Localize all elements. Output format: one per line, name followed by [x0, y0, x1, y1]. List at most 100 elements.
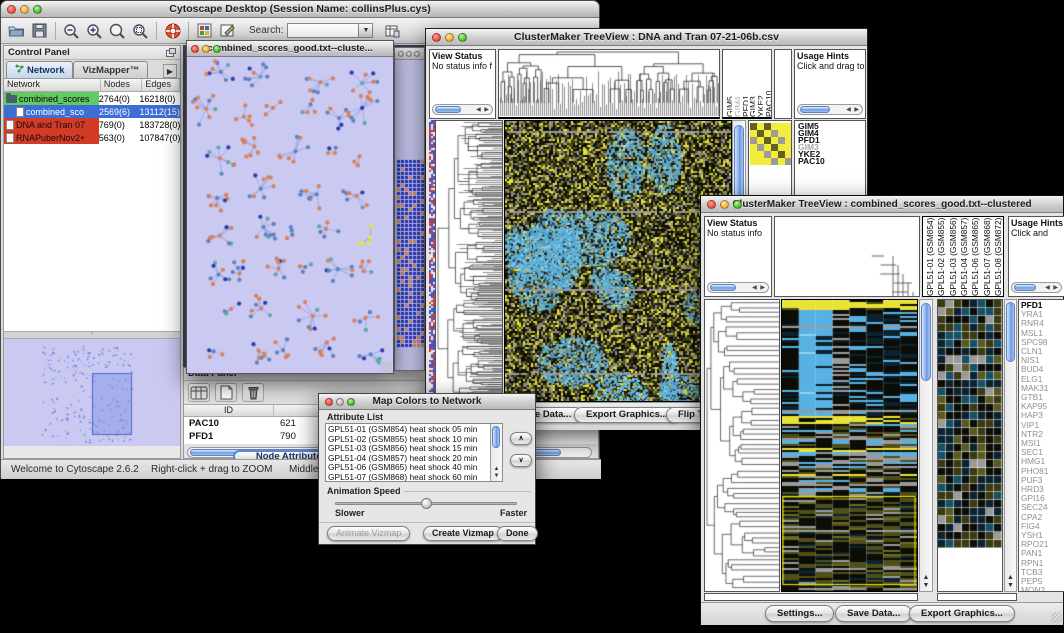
scroll-arrows[interactable]: ◀ ▶ [752, 284, 768, 291]
zoom-matrix-cell[interactable] [757, 151, 764, 158]
save-session-icon[interactable] [28, 20, 51, 41]
close-button[interactable] [191, 45, 199, 53]
zoom-matrix-cell[interactable] [771, 144, 778, 151]
zoom-selected-icon[interactable] [129, 20, 152, 41]
main-titlebar[interactable]: Cytoscape Desktop (Session Name: collins… [1, 1, 599, 18]
create-vizmap-button[interactable]: Create Vizmap [423, 526, 503, 541]
network-table-col-header[interactable]: Edges [142, 79, 180, 91]
open-session-icon[interactable] [5, 20, 28, 41]
zoom-matrix-cell[interactable] [778, 123, 785, 130]
treeview-combined-window[interactable]: ClusterMaker TreeView : combined_scores_… [700, 195, 1064, 625]
vizmapper-icon[interactable] [193, 20, 216, 41]
zoom-matrix-cell[interactable] [757, 158, 764, 165]
network-table-row[interactable]: RNAPuberNov2+563(0)107847(0) [4, 131, 180, 144]
zoom-fit-icon[interactable] [106, 20, 129, 41]
zoom-matrix-cell[interactable] [764, 144, 771, 151]
dna-column-label[interactable]: PAC10 [764, 50, 771, 117]
zoom-matrix-cell[interactable] [757, 137, 764, 144]
minimize-button[interactable] [445, 33, 454, 42]
close-button[interactable] [432, 33, 441, 42]
zoom-matrix-cell[interactable] [750, 137, 757, 144]
usage-hints-scrollbar[interactable]: ◀ ▶ [797, 104, 863, 115]
usage-hints-scrollbar[interactable]: ◀ ▶ [1011, 282, 1062, 293]
attribute-listbox[interactable]: GPL51-01 (GSM854) heat shock 05 minGPL51… [325, 423, 503, 482]
zoom-matrix-cell[interactable] [764, 158, 771, 165]
vscroll-arrows[interactable]: ▲▼ [1005, 574, 1016, 590]
move-down-button[interactable]: ∨ [510, 454, 532, 467]
minimize-button[interactable] [406, 51, 412, 57]
zoom-matrix-cell[interactable] [750, 123, 757, 130]
vscroll-thumb[interactable] [492, 426, 500, 448]
zoom-matrix-cell[interactable] [764, 137, 771, 144]
minimize-button[interactable] [720, 200, 729, 209]
cmb-global-heatmap[interactable] [781, 299, 918, 592]
zoom-matrix-cell[interactable] [778, 137, 785, 144]
data-col-id[interactable]: ID [184, 405, 274, 416]
tab-vizmapper[interactable]: VizMapper™ [73, 61, 148, 78]
dna-column-label[interactable]: GIM5 [725, 50, 732, 117]
zoom-matrix-cell[interactable] [771, 123, 778, 130]
done-button[interactable]: Done [497, 526, 538, 541]
minimize-button[interactable] [202, 45, 210, 53]
network-view-window[interactable]: combined_scores_good.txt--cluste... [186, 40, 394, 374]
zoom-button[interactable] [213, 45, 221, 53]
settings-button[interactable]: Settings... [765, 605, 834, 622]
cmb-hscroll-left[interactable] [704, 593, 918, 601]
close-button[interactable] [707, 200, 716, 209]
move-up-button[interactable]: ∧ [510, 432, 532, 445]
zoom-matrix-cell[interactable] [757, 144, 764, 151]
resize-grip[interactable] [1051, 612, 1062, 623]
gene-label[interactable]: MON2 [1021, 586, 1064, 592]
cmb-hscroll-right[interactable] [937, 593, 1017, 601]
zoom-matrix-cell[interactable] [750, 158, 757, 165]
zoom-matrix-cell[interactable] [771, 137, 778, 144]
help-icon[interactable] [161, 20, 184, 41]
zoom-button[interactable] [33, 5, 42, 14]
float-panel-icon[interactable] [166, 44, 176, 62]
scroll-arrows[interactable]: ◀ ▶ [846, 106, 862, 113]
attribute-browser-icon[interactable] [381, 20, 404, 41]
birdseye-view[interactable] [4, 338, 180, 446]
zoom-matrix-cell[interactable] [778, 130, 785, 137]
zoom-button[interactable] [347, 398, 355, 406]
dna-column-label[interactable]: GIM4 [733, 50, 740, 117]
zoom-matrix-cell[interactable] [785, 144, 792, 151]
close-button[interactable] [325, 398, 333, 406]
dna-row-dendrogram[interactable] [435, 120, 503, 402]
vscroll-thumb[interactable] [921, 303, 931, 381]
dna-zoom-matrix[interactable] [750, 123, 792, 165]
zoom-button[interactable] [458, 33, 467, 42]
close-button[interactable] [7, 5, 16, 14]
zoom-matrix-cell[interactable] [785, 130, 792, 137]
scroll-arrows[interactable]: ◀ ▶ [1045, 284, 1061, 291]
animate-vizmap-button[interactable]: Animate Vizmap [327, 526, 410, 541]
zoom-in-icon[interactable] [83, 20, 106, 41]
zoom-button[interactable] [414, 51, 420, 57]
cmb-column-label[interactable]: GPL51-03 (GSM856) [948, 217, 958, 296]
map-colors-dialog[interactable]: Map Colors to Network Attribute List GPL… [318, 393, 536, 545]
scroll-thumb[interactable] [435, 106, 461, 113]
network-table-row[interactable]: DNA and Tran 07769(0)183728(0) [4, 118, 180, 131]
scroll-thumb[interactable] [800, 106, 830, 113]
cmb-column-label[interactable]: GPL51-07 (GSM868) [982, 217, 992, 296]
zoom-matrix-cell[interactable] [785, 123, 792, 130]
cmb-column-label[interactable]: GPL51-02 (GSM855) [936, 217, 946, 296]
dna-column-label[interactable]: YKE2 [756, 50, 763, 117]
scroll-thumb[interactable] [710, 284, 736, 291]
zoom-matrix-cell[interactable] [764, 130, 771, 137]
export-graphics-button[interactable]: Export Graphics... [574, 407, 680, 423]
zoom-button[interactable] [733, 200, 742, 209]
attribute-list-scrollbar[interactable]: ▲▼ [490, 424, 502, 481]
slider-thumb[interactable] [421, 498, 432, 509]
zoom-matrix-cell[interactable] [785, 137, 792, 144]
zoom-matrix-cell[interactable] [778, 151, 785, 158]
table-icon[interactable] [188, 383, 210, 402]
zoom-matrix-cell[interactable] [764, 123, 771, 130]
resize-grip[interactable] [381, 361, 392, 372]
cmb-vertical-scrollbar[interactable]: ▲▼ [919, 299, 933, 592]
network-table-col-header[interactable]: Network [4, 79, 101, 91]
dna-column-label[interactable]: GIM3 [748, 50, 755, 117]
search-input[interactable] [287, 23, 359, 38]
background-network-window[interactable] [394, 47, 425, 371]
zoom-matrix-cell[interactable] [778, 158, 785, 165]
